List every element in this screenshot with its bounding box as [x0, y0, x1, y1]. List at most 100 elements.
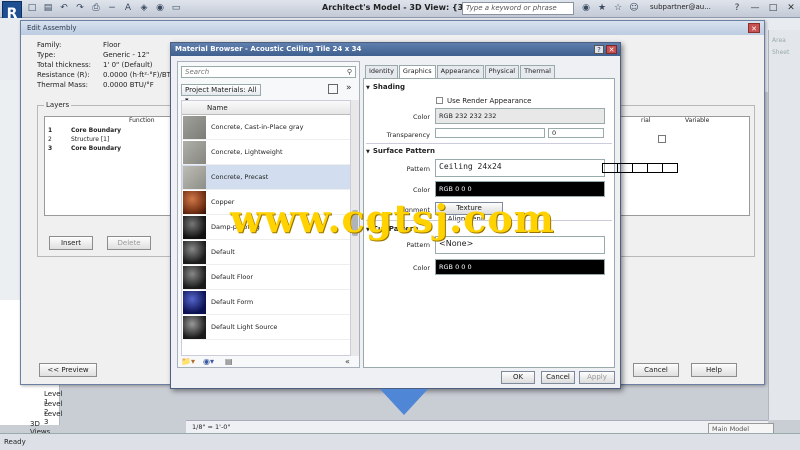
surface-pattern-label: Pattern [406, 165, 430, 173]
filter-label: Project Materials: All [185, 86, 257, 94]
variable-checkbox[interactable] [658, 135, 666, 143]
help-icon[interactable]: ? [732, 2, 742, 14]
measure-icon[interactable]: − [106, 3, 118, 14]
tab-appearance[interactable]: Appearance [436, 65, 484, 78]
status-bar: Ready [0, 433, 800, 450]
prop-thickness-label: Total thickness: [37, 61, 91, 69]
tab-graphics[interactable]: Graphics [398, 65, 436, 79]
cancel-button[interactable]: Cancel [541, 371, 575, 384]
3d-view-icon[interactable]: ◈ [138, 3, 150, 14]
use-render-appearance-label: Use Render Appearance [447, 97, 532, 105]
window-controls: ? — □ ✕ [732, 2, 796, 14]
material-editor-icon[interactable]: ▤ [225, 357, 233, 366]
undo-icon[interactable]: ↶ [58, 3, 70, 14]
redo-icon[interactable]: ↷ [74, 3, 86, 14]
list-header: Name [182, 101, 350, 115]
list-item[interactable]: Default Form [182, 290, 350, 315]
list-view-icon[interactable] [328, 84, 338, 94]
view-labels: Area Sheet [772, 35, 789, 59]
search-icon[interactable]: ⚲ [347, 67, 352, 77]
prop-resistance-label: Resistance (R): [37, 71, 90, 79]
binoculars-icon[interactable]: ◉ [580, 3, 592, 14]
transparency-slider[interactable] [435, 128, 545, 138]
print-icon[interactable]: ⎙ [90, 3, 102, 14]
user-icon[interactable]: ☺ [628, 3, 640, 14]
tab-thermal[interactable]: Thermal [520, 65, 555, 78]
cut-color-swatch[interactable]: RGB 0 0 0 [435, 259, 605, 275]
save-icon[interactable]: ▤ [42, 3, 54, 14]
material-search-input[interactable]: Search ⚲ [181, 66, 356, 78]
close-icon[interactable]: ✕ [786, 2, 796, 14]
use-render-appearance-checkbox[interactable] [436, 97, 443, 104]
model-shape [380, 389, 428, 415]
section-icon[interactable]: ◉ [154, 3, 166, 14]
row-function: Core Boundary [71, 145, 122, 152]
column-variable: Variable [685, 117, 710, 124]
row-function: Core Boundary [71, 127, 122, 134]
minimize-icon[interactable]: — [750, 2, 760, 14]
list-item[interactable]: Default Light Source [182, 315, 350, 340]
view-scale[interactable]: 1/8" = 1'-0" [192, 423, 230, 431]
list-item[interactable]: Concrete, Lightweight [182, 140, 350, 165]
layers-label: Layers [44, 101, 72, 109]
delete-button[interactable]: Delete [107, 236, 151, 250]
text-icon[interactable]: A [122, 3, 134, 14]
list-item[interactable]: Default [182, 240, 350, 265]
list-item[interactable]: Concrete, Cast-in-Place gray [182, 115, 350, 140]
preview-button[interactable]: << Preview [39, 363, 97, 377]
material-swatch [183, 116, 206, 139]
table-row[interactable]: 3 Core Boundary [45, 145, 175, 153]
open-icon[interactable]: □ [26, 3, 38, 14]
open-library-icon[interactable]: 📁▾ [181, 357, 195, 366]
title-bar: R □ ▤ ↶ ↷ ⎙ − A ◈ ◉ ▭ Architect's Model … [0, 0, 800, 29]
help-button[interactable]: ? [594, 45, 604, 54]
material-name: Default Form [211, 298, 254, 306]
close-views-icon[interactable]: ▭ [170, 3, 182, 14]
material-name: Default [211, 248, 235, 256]
watermark: www.cgtsj.com [230, 196, 555, 241]
table-row[interactable]: 1 Core Boundary [45, 127, 175, 135]
collapse-chevron-icon[interactable]: « [345, 357, 350, 366]
material-swatch [183, 141, 206, 164]
apply-button[interactable]: Apply [579, 371, 615, 384]
table-row[interactable]: 2 Structure [1] [45, 136, 175, 144]
user-name[interactable]: subpartner@au... [650, 3, 711, 11]
surface-pattern-selector[interactable]: Ceiling 24x24 [435, 159, 678, 177]
close-button[interactable]: ✕ [606, 45, 617, 54]
library-toolbar: 📁▾ ◉▾ ▤ « [181, 357, 357, 367]
tab-identity[interactable]: Identity [365, 65, 398, 78]
name-column[interactable]: Name [207, 104, 228, 112]
material-name: Concrete, Lightweight [211, 148, 283, 156]
edit-assembly-help-button[interactable]: Help [691, 363, 737, 377]
column-function: Function [129, 117, 155, 124]
tab-physical[interactable]: Physical [484, 65, 520, 78]
transparency-input[interactable]: 0 [548, 128, 604, 138]
prop-family-label: Family: [37, 41, 62, 49]
edit-assembly-cancel-button[interactable]: Cancel [633, 363, 679, 377]
help-search-input[interactable]: Type a keyword or phrase [462, 2, 574, 15]
create-material-icon[interactable]: ◉▾ [203, 357, 214, 366]
edit-assembly-title: Edit Assembly [21, 21, 764, 35]
sheet-label: Sheet [772, 49, 790, 56]
material-browser-title: Material Browser - Acoustic Ceiling Tile… [171, 43, 620, 56]
material-name: Concrete, Precast [211, 173, 269, 181]
project-materials-filter[interactable]: Project Materials: All ▾ [181, 84, 261, 104]
material-swatch [183, 241, 206, 264]
expand-chevron-icon[interactable]: » [346, 83, 352, 93]
surface-pattern-header[interactable]: Surface Pattern [366, 147, 435, 155]
editor-tabs: Identity Graphics Appearance Physical Th… [365, 65, 556, 79]
shading-header[interactable]: Shading [366, 83, 405, 91]
ok-button[interactable]: OK [501, 371, 535, 384]
edit-assembly-close-button[interactable]: ✕ [748, 23, 760, 33]
list-item[interactable]: Default Floor [182, 265, 350, 290]
prop-thermal-mass-value: 0.0000 BTU/°F [103, 81, 154, 89]
list-item[interactable]: Concrete, Precast [182, 165, 350, 190]
subscription-icon[interactable]: ★ [596, 3, 608, 14]
surface-color-label: Color [413, 186, 430, 194]
insert-button[interactable]: Insert [49, 236, 93, 250]
surface-color-swatch[interactable]: RGB 0 0 0 [435, 181, 605, 197]
info-icons: ◉ ★ ☆ ☺ [580, 3, 640, 14]
shading-color-swatch[interactable]: RGB 232 232 232 [435, 108, 605, 124]
maximize-icon[interactable]: □ [768, 2, 778, 14]
favorites-icon[interactable]: ☆ [612, 3, 624, 14]
